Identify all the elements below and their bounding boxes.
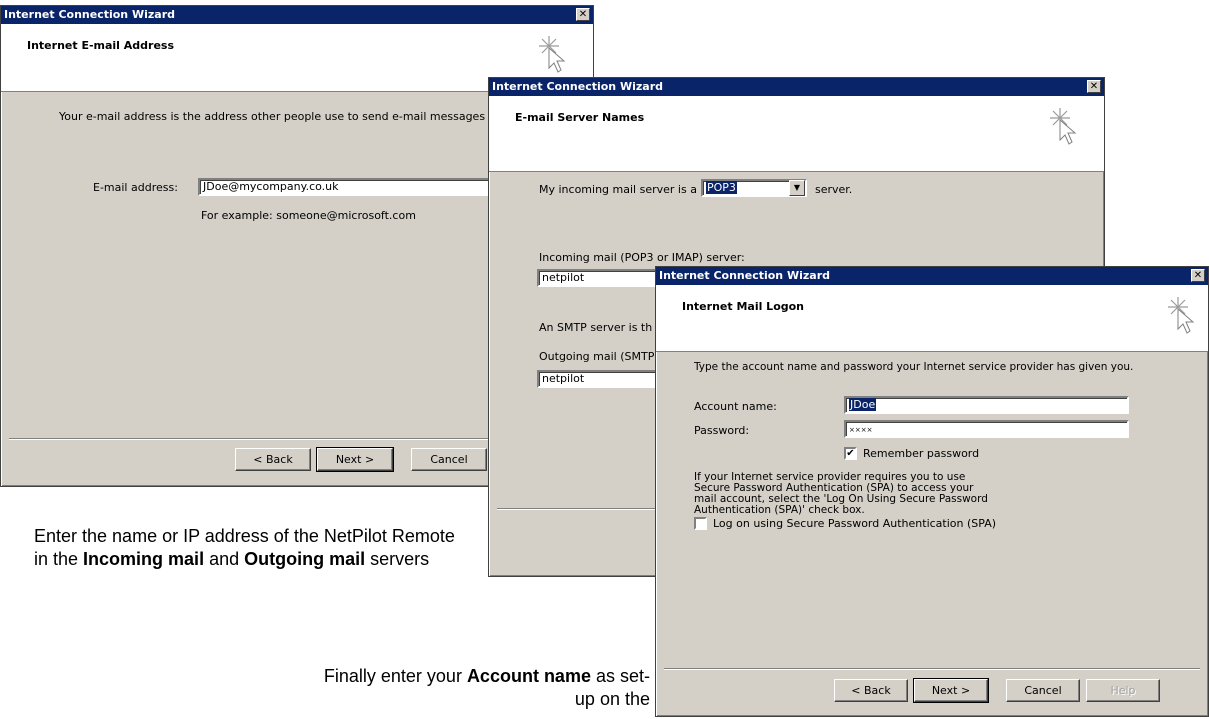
para1-text-and: and xyxy=(204,549,245,569)
para2-text: Finally enter your xyxy=(323,666,467,686)
email-value: JDoe@mycompany.co.uk xyxy=(203,180,339,193)
cancel-button[interactable]: Cancel xyxy=(411,448,487,471)
wizard-header: Internet Mail Logon xyxy=(656,285,1208,352)
account-label: Account name: xyxy=(694,400,777,413)
account-value: JDoe xyxy=(849,398,877,411)
spa-info-text: If your Internet service provider requir… xyxy=(694,471,988,516)
help-button[interactable]: Help xyxy=(1086,679,1160,702)
close-icon[interactable]: ✕ xyxy=(1087,80,1101,93)
para1-bold-incoming: Incoming mail xyxy=(83,549,205,569)
para2-bold-account: Account name xyxy=(466,666,591,686)
account-name-field[interactable]: JDoe xyxy=(844,396,1129,414)
incoming-label: Incoming mail (POP3 or IMAP) server: xyxy=(539,251,745,264)
server-type-value: POP3 xyxy=(706,181,737,194)
outgoing-label: Outgoing mail (SMTP xyxy=(539,350,655,363)
window-title: Internet Connection Wizard xyxy=(492,80,663,93)
spa-label: Log on using Secure Password Authenticat… xyxy=(713,517,997,530)
remember-password-checkbox[interactable]: ✔ xyxy=(844,447,857,460)
smtp-text: An SMTP server is th xyxy=(539,321,653,334)
page-title: Internet E-mail Address xyxy=(27,39,175,52)
remember-password-label: Remember password xyxy=(863,447,980,460)
incoming-server-field[interactable]: netpilot xyxy=(537,269,667,287)
spa-checkbox[interactable] xyxy=(694,517,707,530)
password-value: ×××× xyxy=(849,426,873,434)
cancel-button[interactable]: Cancel xyxy=(1006,679,1080,702)
incoming-value: netpilot xyxy=(542,271,585,284)
para1-bold-outgoing: Outgoing mail xyxy=(244,549,366,569)
example-text: For example: someone@microsoft.com xyxy=(201,209,416,222)
close-icon[interactable]: ✕ xyxy=(1191,269,1205,282)
back-button[interactable]: < Back xyxy=(235,448,311,471)
intro-text: Type the account name and password your … xyxy=(694,361,1134,373)
wizard-header: E-mail Server Names xyxy=(489,96,1104,172)
email-label: E-mail address: xyxy=(93,181,178,194)
wizard-cursor-icon xyxy=(1050,108,1077,145)
next-button[interactable]: Next > xyxy=(913,678,989,703)
title-bar[interactable]: Internet Connection Wizard ✕ xyxy=(489,78,1104,96)
chevron-down-icon[interactable]: ▼ xyxy=(789,180,805,196)
window-title: Internet Connection Wizard xyxy=(659,269,830,282)
title-bar[interactable]: Internet Connection Wizard ✕ xyxy=(1,6,593,24)
footer-divider xyxy=(664,668,1200,670)
outgoing-value: netpilot xyxy=(542,372,585,385)
instruction-paragraph-account: Finally enter your Account name as set-u… xyxy=(315,665,650,711)
wizard-cursor-icon xyxy=(539,36,566,73)
wizard-window-mail-logon: Internet Connection Wizard ✕ Internet Ma… xyxy=(655,266,1209,717)
title-bar[interactable]: Internet Connection Wizard ✕ xyxy=(656,267,1208,285)
back-button[interactable]: < Back xyxy=(834,679,908,702)
window-title: Internet Connection Wizard xyxy=(4,8,175,21)
next-button[interactable]: Next > xyxy=(316,447,394,472)
password-field[interactable]: ×××× xyxy=(844,420,1129,438)
instruction-paragraph-servers: Enter the name or IP address of the NetP… xyxy=(34,525,464,571)
wizard-cursor-icon xyxy=(1168,297,1195,334)
page-title: Internet Mail Logon xyxy=(682,300,805,313)
intro-text: Your e-mail address is the address other… xyxy=(59,110,524,123)
para1-text-end: servers xyxy=(365,549,430,569)
close-icon[interactable]: ✕ xyxy=(576,8,590,21)
server-type-suffix: server. xyxy=(815,183,853,196)
page-title: E-mail Server Names xyxy=(515,111,645,124)
server-type-prefix: My incoming mail server is a xyxy=(539,183,697,196)
outgoing-server-field[interactable]: netpilot xyxy=(537,370,667,388)
password-label: Password: xyxy=(694,424,750,437)
